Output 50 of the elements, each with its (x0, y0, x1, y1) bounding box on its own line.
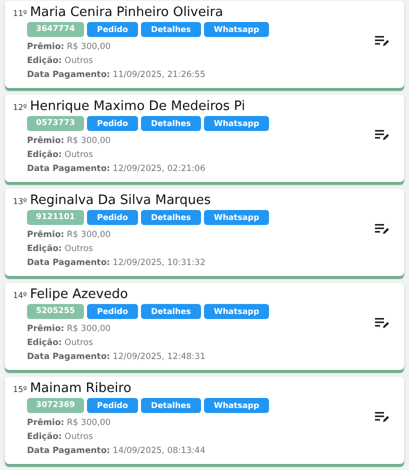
action-button[interactable]: Detalhes (140, 22, 201, 37)
action-button[interactable]: Whatsapp (204, 398, 270, 413)
info-line: Data Pagamento: 12/09/2025, 02:21:06 (27, 163, 206, 176)
info-line: Prêmio: R$ 300,00 (27, 417, 111, 430)
info-line: Edição: Outros (27, 55, 93, 68)
action-button[interactable]: Whatsapp (204, 210, 270, 225)
info-line: Prêmio: R$ 300,00 (27, 41, 111, 54)
action-button[interactable]: Whatsapp (204, 304, 270, 319)
action-button[interactable]: Pedido (86, 398, 138, 413)
ticket-code: 3072369 (27, 398, 84, 413)
info-line: Data Pagamento: 11/09/2025, 21:26:55 (27, 69, 206, 82)
edit-list-icon[interactable] (375, 35, 389, 47)
rank-label: 14º (13, 291, 27, 300)
rank-label: 11º (13, 9, 27, 18)
rank-label: 13º (13, 197, 27, 206)
winner-name: Felipe Azevedo (30, 287, 128, 302)
edit-list-icon[interactable] (375, 129, 389, 141)
edit-list-icon[interactable] (375, 317, 389, 329)
ticket-code: 0573773 (27, 116, 84, 131)
rank-label: 15º (13, 385, 27, 394)
action-button[interactable]: Pedido (86, 22, 138, 37)
winner-name: Reginalva Da Silva Marques (30, 193, 211, 208)
winner-name: Henrique Maximo De Medeiros Pi (30, 99, 246, 114)
rank-label: 12º (13, 103, 27, 112)
info-line: Edição: Outros (27, 149, 93, 162)
info-line: Edição: Outros (27, 431, 93, 444)
info-line: Edição: Outros (27, 243, 93, 256)
info-line: Prêmio: R$ 300,00 (27, 229, 111, 242)
info-line: Prêmio: R$ 300,00 (27, 323, 111, 336)
info-line: Data Pagamento: 12/09/2025, 10:31:32 (27, 257, 206, 270)
action-button[interactable]: Pedido (86, 304, 138, 319)
action-button[interactable]: Pedido (86, 210, 138, 225)
ticket-code: 5205255 (27, 304, 84, 319)
edit-list-icon[interactable] (375, 411, 389, 423)
action-button[interactable]: Detalhes (140, 116, 201, 131)
edit-list-icon[interactable] (375, 223, 389, 235)
info-line: Prêmio: R$ 300,00 (27, 135, 111, 148)
ticket-code: 3647774 (27, 22, 84, 37)
action-button[interactable]: Pedido (86, 116, 138, 131)
info-line: Edição: Outros (27, 337, 93, 350)
action-button[interactable]: Detalhes (140, 210, 201, 225)
winner-name: Maria Cenira Pinheiro Oliveira (30, 5, 224, 20)
action-button[interactable]: Whatsapp (204, 22, 270, 37)
action-button[interactable]: Detalhes (140, 304, 201, 319)
winner-name: Mainam Ribeiro (30, 381, 132, 396)
info-line: Data Pagamento: 12/09/2025, 12:48:31 (27, 351, 206, 364)
action-button[interactable]: Whatsapp (204, 116, 270, 131)
info-line: Data Pagamento: 14/09/2025, 08:13:44 (27, 445, 206, 458)
ticket-code: 9121101 (27, 210, 84, 225)
action-button[interactable]: Detalhes (140, 398, 201, 413)
